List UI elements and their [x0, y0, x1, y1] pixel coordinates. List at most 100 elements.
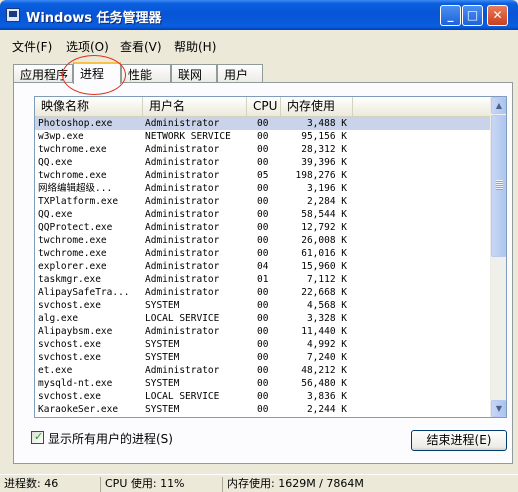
- end-process-button[interactable]: 结束进程(E): [411, 430, 507, 451]
- column-image-name[interactable]: 映像名称: [35, 97, 143, 117]
- process-name: twchrome.exe: [38, 235, 107, 246]
- process-user: Administrator: [145, 248, 220, 259]
- process-cpu: 00: [257, 118, 269, 129]
- status-bar: 进程数: 46 CPU 使用: 11% 内存使用: 1629M / 7864M: [0, 474, 518, 492]
- process-user: Administrator: [145, 365, 220, 376]
- process-user: SYSTEM: [145, 300, 180, 311]
- process-cpu: 04: [257, 261, 269, 272]
- process-row[interactable]: Alipaybsm.exe Administrator 00 11,440 K: [35, 325, 491, 338]
- column-cpu[interactable]: CPU: [247, 97, 281, 117]
- process-row[interactable]: explorer.exe Administrator 04 15,960 K: [35, 260, 491, 273]
- process-row[interactable]: twchrome.exe Administrator 00 61,016 K: [35, 247, 491, 260]
- process-cpu: 00: [257, 157, 269, 168]
- process-user: Administrator: [145, 326, 220, 337]
- process-memory: 198,276 K: [295, 170, 347, 181]
- menu-bar: 文件(F) 选项(O) 查看(V) 帮助(H): [0, 35, 518, 55]
- process-row[interactable]: taskmgr.exe Administrator 01 7,112 K: [35, 273, 491, 286]
- process-memory: 26,008 K: [301, 235, 347, 246]
- process-row[interactable]: svchost.exe LOCAL SERVICE 00 3,836 K: [35, 390, 491, 403]
- process-row[interactable]: twchrome.exe Administrator 05 198,276 K: [35, 169, 491, 182]
- column-user-name[interactable]: 用户名: [143, 97, 247, 117]
- process-cpu: 00: [257, 222, 269, 233]
- scroll-thumb[interactable]: [491, 115, 506, 257]
- process-memory: 28,312 K: [301, 144, 347, 155]
- process-memory: 7,240 K: [306, 352, 347, 363]
- process-name: AlipaySafeTra...: [38, 287, 130, 298]
- process-memory: 3,488 K: [306, 118, 347, 129]
- process-name: 网络编辑超级...: [38, 183, 113, 194]
- process-memory: 11,440 K: [301, 326, 347, 337]
- process-user: Administrator: [145, 170, 220, 181]
- column-memory[interactable]: 内存使用: [281, 97, 353, 117]
- tab-networking[interactable]: 联网: [171, 64, 217, 82]
- process-user: SYSTEM: [145, 378, 180, 389]
- process-row[interactable]: KaraokeSer.exe SYSTEM 00 2,244 K: [35, 403, 491, 416]
- process-user: Administrator: [145, 222, 220, 233]
- close-button[interactable]: ✕: [487, 5, 508, 26]
- process-name: alg.exe: [38, 313, 79, 324]
- process-row[interactable]: QQ.exe Administrator 00 39,396 K: [35, 156, 491, 169]
- process-row[interactable]: Photoshop.exe Administrator 00 3,488 K: [35, 117, 491, 130]
- tab-performance[interactable]: 性能: [121, 64, 171, 82]
- window-title: Windows 任务管理器: [26, 11, 162, 26]
- menu-help[interactable]: 帮助(H): [174, 38, 216, 55]
- tab-users[interactable]: 用户: [217, 64, 263, 82]
- scroll-down-button[interactable]: ▼: [491, 400, 506, 417]
- process-memory: 2,244 K: [306, 404, 347, 415]
- process-memory: 48,212 K: [301, 365, 347, 376]
- process-name: QQProtect.exe: [38, 222, 113, 233]
- process-row[interactable]: svchost.exe SYSTEM 00 4,992 K: [35, 338, 491, 351]
- process-user: NETWORK SERVICE: [145, 131, 231, 142]
- process-memory: 4,568 K: [306, 300, 347, 311]
- process-cpu: 01: [257, 274, 269, 285]
- checkmark-icon: ✓: [34, 430, 44, 443]
- tab-processes[interactable]: 进程: [73, 62, 121, 84]
- process-row[interactable]: twchrome.exe Administrator 00 26,008 K: [35, 234, 491, 247]
- process-user: Administrator: [145, 274, 220, 285]
- process-memory: 56,480 K: [301, 378, 347, 389]
- process-name: svchost.exe: [38, 352, 101, 363]
- process-list[interactable]: 映像名称 用户名 CPU 内存使用 Photoshop.exe Administr…: [34, 96, 507, 418]
- process-row[interactable]: QQProtect.exe Administrator 00 12,792 K: [35, 221, 491, 234]
- show-all-users-checkbox[interactable]: ✓: [31, 430, 44, 444]
- process-memory: 2,284 K: [306, 196, 347, 207]
- show-all-users-label[interactable]: 显示所有用户的进程(S): [48, 430, 173, 447]
- menu-view[interactable]: 查看(V): [120, 38, 162, 55]
- process-user: Administrator: [145, 183, 220, 194]
- process-row[interactable]: 网络编辑超级... Administrator 00 3,196 K: [35, 182, 491, 195]
- process-row[interactable]: mysqld-nt.exe SYSTEM 00 56,480 K: [35, 377, 491, 390]
- process-row[interactable]: AlipaySafeTra... Administrator 00 22,668 K: [35, 286, 491, 299]
- status-process-count: 进程数: 46: [4, 477, 59, 490]
- process-row[interactable]: TXPlatform.exe Administrator 00 2,284 K: [35, 195, 491, 208]
- process-user: Administrator: [145, 196, 220, 207]
- process-name: svchost.exe: [38, 300, 101, 311]
- process-row[interactable]: alg.exe LOCAL SERVICE 00 3,328 K: [35, 312, 491, 325]
- maximize-button[interactable]: □: [462, 5, 483, 26]
- process-row[interactable]: svchost.exe SYSTEM 00 4,568 K: [35, 299, 491, 312]
- process-memory: 4,992 K: [306, 339, 347, 350]
- process-row[interactable]: QQ.exe Administrator 00 58,544 K: [35, 208, 491, 221]
- status-cpu-usage: CPU 使用: 11%: [100, 477, 222, 492]
- process-name: QQ.exe: [38, 157, 73, 168]
- process-row[interactable]: et.exe Administrator 00 48,212 K: [35, 364, 491, 377]
- process-row[interactable]: twchrome.exe Administrator 00 28,312 K: [35, 143, 491, 156]
- process-memory: 3,328 K: [306, 313, 347, 324]
- menu-options[interactable]: 选项(O): [66, 38, 109, 55]
- menu-file[interactable]: 文件(F): [12, 38, 52, 55]
- minimize-button[interactable]: _: [440, 5, 461, 26]
- process-name: KaraokeSer.exe: [38, 404, 119, 415]
- tab-applications[interactable]: 应用程序: [13, 64, 73, 82]
- process-row[interactable]: svchost.exe SYSTEM 00 7,240 K: [35, 351, 491, 364]
- process-row[interactable]: w3wp.exe NETWORK SERVICE 00 95,156 K: [35, 130, 491, 143]
- process-name: twchrome.exe: [38, 144, 107, 155]
- process-memory: 61,016 K: [301, 248, 347, 259]
- process-name: svchost.exe: [38, 391, 101, 402]
- process-cpu: 00: [257, 209, 269, 220]
- process-cpu: 00: [257, 391, 269, 402]
- vertical-scrollbar[interactable]: ▲ ▼: [490, 97, 506, 417]
- scroll-up-button[interactable]: ▲: [491, 97, 506, 114]
- process-cpu: 00: [257, 196, 269, 207]
- process-name: w3wp.exe: [38, 131, 84, 142]
- process-user: Administrator: [145, 157, 220, 168]
- title-bar[interactable]: Windows 任务管理器 _ □ ✕: [0, 0, 518, 30]
